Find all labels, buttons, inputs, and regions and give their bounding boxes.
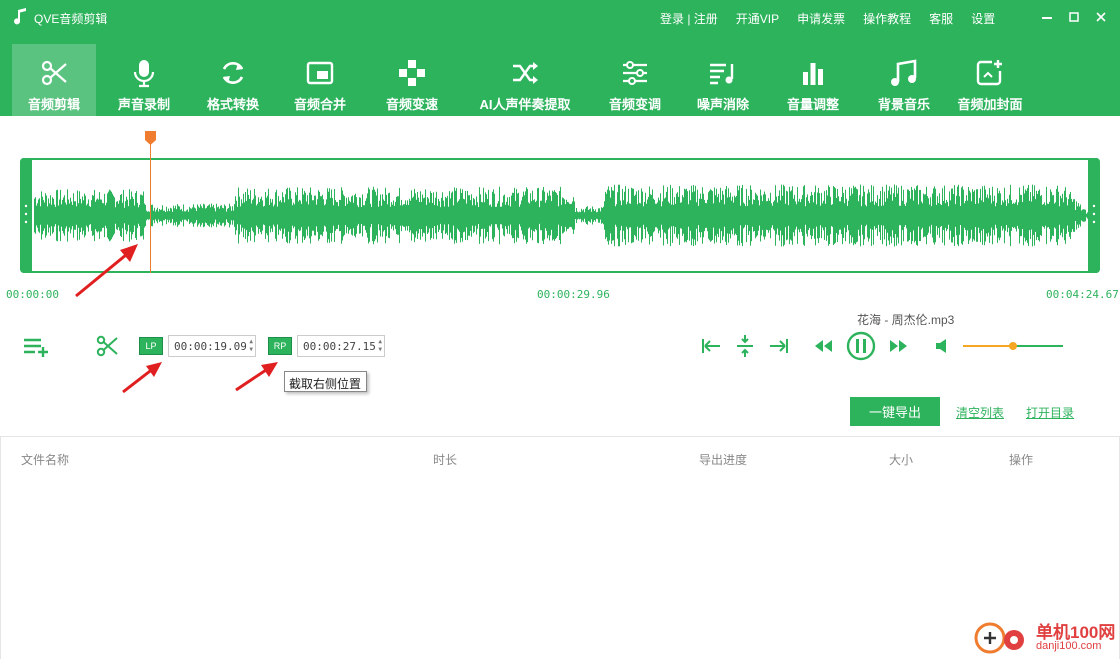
rewind-button[interactable] [812,338,834,354]
lp-time-value: 00:00:19.09 [174,340,247,353]
vip-link[interactable]: 开通VIP [736,10,779,27]
waveform-path [34,184,1090,247]
waveform-panel[interactable] [20,158,1100,273]
mute-button[interactable] [934,337,952,355]
tool-background-music[interactable]: 背景音乐 [858,44,950,116]
title-bar: QVE音频剪辑 登录 | 注册 开通VIP 申请发票 操作教程 客服 设置 [0,0,1120,34]
watermark-url: danji100.com [1036,640,1102,652]
cut-button[interactable] [94,334,120,358]
minimize-icon [1042,17,1052,19]
jump-end-icon [770,339,788,353]
app-logo-icon [14,8,26,25]
rewind-icon [815,340,832,352]
annotation-arrow-icon [75,244,138,298]
tool-audio-merge[interactable]: 音频合并 [274,44,366,116]
tool-noise-removal[interactable]: 噪声消除 [678,44,768,116]
app-title: QVE音频剪辑 [34,12,108,26]
rp-time-stepper[interactable]: ▲ ▼ [378,338,382,354]
lp-time-stepper[interactable]: ▲ ▼ [249,338,253,354]
support-link[interactable]: 客服 [929,10,953,27]
time-mid-label: 00:00:29.96 [537,288,610,301]
merge-icon [306,61,334,85]
tool-format-convert[interactable]: 格式转换 [192,44,274,116]
annotation-arrow-icon [122,362,162,394]
fast-forward-button[interactable] [888,338,910,354]
minimize-button[interactable] [1036,6,1058,28]
current-file-name: 花海 - 周杰伦.mp3 [857,313,955,327]
tool-add-cover[interactable]: 音频加封面 [950,44,1030,116]
drag-handle-icon [24,204,28,224]
tool-pitch[interactable]: 音频变调 [592,44,678,116]
close-button[interactable] [1090,6,1112,28]
rp-time-value: 00:00:27.15 [303,340,376,353]
sliders-icon [623,61,647,85]
maximize-icon [1069,12,1079,22]
rp-set-right-button[interactable]: RP [268,337,292,355]
tool-audio-speed[interactable]: 音频变速 [366,44,458,116]
clear-list-link[interactable]: 清空列表 [956,404,1004,421]
speaker-icon [936,339,946,353]
speed-icon [399,60,425,86]
tutorial-link[interactable]: 操作教程 [863,10,911,27]
lp-time-input[interactable]: 00:00:19.09 ▲ ▼ [168,335,256,357]
waveform-right-handle[interactable] [1088,158,1100,273]
close-icon [1096,12,1106,22]
time-start-label: 00:00:00 [6,288,59,301]
login-register-link[interactable]: 登录 | 注册 [660,10,718,27]
waveform-left-handle[interactable] [20,158,32,273]
maximize-button[interactable] [1063,6,1085,28]
export-button[interactable]: 一键导出 [850,397,940,426]
column-header-export-progress[interactable]: 导出进度 [699,451,747,468]
annotation-arrow-icon [235,362,278,392]
volume-bars-icon [803,63,823,85]
volume-slider-knob[interactable] [1009,342,1017,350]
tool-volume-adjust[interactable]: 音量调整 [768,44,858,116]
jump-start-icon [702,339,720,353]
volume-slider-fill [963,345,1013,347]
shuffle-icon [513,62,538,84]
volume-slider[interactable] [963,342,1063,350]
scissors-icon [41,60,67,86]
open-directory-link[interactable]: 打开目录 [1026,404,1074,421]
file-table: 文件名称 时长 导出进度 大小 操作 [0,436,1120,659]
column-header-file-name[interactable]: 文件名称 [21,451,69,468]
center-button[interactable] [735,334,755,358]
column-header-actions[interactable]: 操作 [1009,451,1033,468]
column-header-size[interactable]: 大小 [889,451,913,468]
pause-icon [846,331,876,361]
noise-icon [710,63,734,85]
scissors-icon [96,335,118,357]
playlist-add-icon [24,338,48,357]
tool-ai-vocal-extract[interactable]: AI人声伴奏提取 [458,44,592,116]
jump-to-end-button[interactable] [768,336,790,356]
collapse-center-icon [737,335,753,357]
drag-handle-icon [1092,204,1096,224]
time-end-label: 00:04:24.67 [1046,288,1119,301]
rp-tooltip: 截取右侧位置 [284,371,367,392]
top-links: 登录 | 注册 开通VIP 申请发票 操作教程 客服 设置 [660,10,1013,27]
add-file-button[interactable] [22,335,52,359]
lp-set-left-button[interactable]: LP [139,337,163,355]
fast-forward-icon [890,340,907,352]
tool-record[interactable]: 声音录制 [96,44,192,116]
tool-audio-cut[interactable]: 音频剪辑 [12,44,96,116]
cover-image-icon [976,60,1002,86]
tool-bar: 音频剪辑 声音录制 格式转换 音频合并 音频变速 AI人声伴奏提取 音频变调 噪… [12,44,1030,116]
playhead-line [150,144,151,273]
column-header-duration[interactable]: 时长 [433,451,457,468]
top-bar: QVE音频剪辑 登录 | 注册 开通VIP 申请发票 操作教程 客服 设置 音频… [0,0,1120,116]
invoice-link[interactable]: 申请发票 [797,10,845,27]
jump-to-start-button[interactable] [700,336,722,356]
pause-button[interactable] [846,331,876,361]
waveform-graph [34,184,1090,247]
settings-link[interactable]: 设置 [971,10,995,27]
playhead-marker-icon[interactable] [145,131,156,145]
refresh-icon [222,62,244,84]
microphone-icon [133,60,155,88]
rp-time-input[interactable]: 00:00:27.15 ▲ ▼ [297,335,385,357]
music-note-icon [891,59,917,86]
